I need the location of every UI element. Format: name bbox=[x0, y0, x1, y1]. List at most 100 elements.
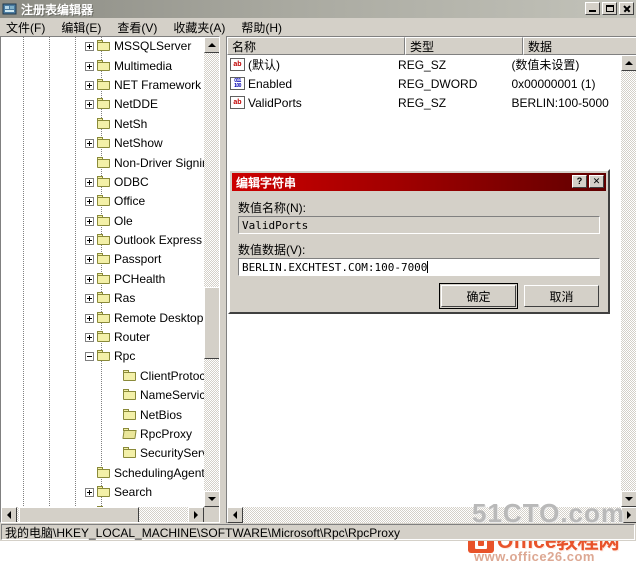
table-row[interactable]: ab ValidPorts REG_SZ BERLIN:100-5000 bbox=[227, 93, 621, 112]
value-type-cell: REG_SZ bbox=[398, 95, 447, 110]
edit-string-dialog[interactable]: 编辑字符串 ? ✕ 数值名称(N): ValidPorts 数值数据(V): B… bbox=[228, 169, 610, 314]
expand-icon[interactable] bbox=[85, 177, 94, 187]
expand-icon[interactable] bbox=[85, 488, 94, 498]
expand-icon[interactable] bbox=[85, 80, 94, 90]
expand-icon[interactable] bbox=[85, 42, 94, 52]
tree-item-clientprotoco[interactable]: ClientProtoco bbox=[1, 367, 205, 386]
expand-icon[interactable] bbox=[85, 294, 94, 304]
tree-scroll-right-button[interactable] bbox=[188, 507, 204, 522]
value-data-cell: 0x00000001 (1) bbox=[511, 76, 596, 91]
expand-icon[interactable] bbox=[85, 197, 94, 207]
tree-item-schedulingagent[interactable]: SchedulingAgent bbox=[1, 464, 205, 483]
expand-icon[interactable] bbox=[85, 313, 94, 323]
minimize-button[interactable] bbox=[585, 2, 600, 15]
window-title-bar[interactable]: 注册表编辑器 bbox=[0, 0, 636, 18]
tree-item-remote-desktop[interactable]: Remote Desktop bbox=[1, 308, 205, 327]
expand-icon[interactable] bbox=[85, 100, 94, 110]
folder-icon bbox=[96, 331, 112, 344]
table-row[interactable]: ab (默认) REG_SZ (数值未设置) bbox=[227, 55, 621, 74]
expand-icon[interactable] bbox=[85, 216, 94, 226]
tree-scroll-thumb[interactable] bbox=[204, 287, 219, 359]
table-row[interactable]: 011 100 Enabled REG_DWORD 0x00000001 (1) bbox=[227, 74, 621, 93]
dialog-title-bar[interactable]: 编辑字符串 ? ✕ bbox=[232, 173, 606, 191]
expand-icon[interactable] bbox=[85, 255, 94, 265]
cancel-button[interactable]: 取消 bbox=[524, 285, 599, 307]
list-hscroll-track[interactable] bbox=[243, 507, 621, 523]
close-button[interactable] bbox=[619, 2, 634, 15]
tree-scroll-left-button[interactable] bbox=[1, 507, 17, 522]
tree-item-rpcproxy[interactable]: RpcProxy bbox=[1, 425, 205, 444]
column-header-data[interactable]: 数据 bbox=[523, 37, 636, 55]
tree-scroll-track[interactable] bbox=[204, 53, 219, 491]
tree-item-label: Ole bbox=[114, 213, 133, 228]
menu-edit[interactable]: 编辑(E) bbox=[61, 19, 101, 36]
dialog-controls: ? ✕ bbox=[572, 175, 604, 188]
value-name-cell: ab ValidPorts bbox=[227, 96, 398, 110]
tree-item-mssqlserver[interactable]: MSSQLServer bbox=[1, 37, 205, 56]
tree-item-pchealth[interactable]: PCHealth bbox=[1, 270, 205, 289]
registry-editor-icon bbox=[2, 2, 18, 16]
ok-button[interactable]: 确定 bbox=[439, 283, 518, 309]
list-scroll-down-button[interactable] bbox=[621, 491, 636, 507]
value-name-text: (默认) bbox=[248, 58, 280, 72]
tree-item-nameservice[interactable]: NameService bbox=[1, 386, 205, 405]
menu-help[interactable]: 帮助(H) bbox=[241, 19, 282, 36]
expand-icon[interactable] bbox=[85, 274, 94, 284]
tree-vertical-scrollbar[interactable] bbox=[204, 37, 219, 507]
tree-item-odbc[interactable]: ODBC bbox=[1, 173, 205, 192]
tree-item-ole[interactable]: Ole bbox=[1, 212, 205, 231]
expand-icon[interactable] bbox=[85, 61, 94, 71]
menu-view[interactable]: 查看(V) bbox=[117, 19, 157, 36]
tree-item-net-framework-s[interactable]: NET Framework S bbox=[1, 76, 205, 95]
tree-item-label: NetShow bbox=[114, 136, 163, 151]
list-scroll-up-button[interactable] bbox=[621, 55, 636, 71]
tree-item-label: Multimedia bbox=[114, 58, 173, 73]
tree-horizontal-scrollbar[interactable] bbox=[1, 507, 219, 522]
dialog-help-button[interactable]: ? bbox=[572, 175, 587, 188]
registry-tree[interactable]: MSSQLServer Multimedia NET Framework S NetD… bbox=[1, 37, 205, 507]
folder-icon bbox=[96, 137, 112, 150]
tree-item-search[interactable]: Search bbox=[1, 483, 205, 502]
registry-tree-panel[interactable]: MSSQLServer Multimedia NET Framework S NetD… bbox=[0, 36, 220, 523]
list-scroll-left-button[interactable] bbox=[227, 507, 243, 523]
expand-icon[interactable] bbox=[85, 333, 94, 343]
tree-scroll-down-button[interactable] bbox=[204, 491, 219, 507]
list-scroll-track[interactable] bbox=[621, 71, 636, 491]
column-header-name[interactable]: 名称 bbox=[227, 37, 405, 55]
menu-file[interactable]: 文件(F) bbox=[6, 19, 45, 36]
tree-item-ras[interactable]: Ras bbox=[1, 289, 205, 308]
folder-icon bbox=[122, 447, 138, 460]
tree-item-securityservi[interactable]: SecurityServi bbox=[1, 444, 205, 463]
tree-hscroll-thumb[interactable] bbox=[19, 507, 139, 522]
maximize-button[interactable] bbox=[602, 2, 617, 15]
tree-item-netsh[interactable]: NetSh bbox=[1, 115, 205, 134]
list-vertical-scrollbar[interactable] bbox=[621, 55, 636, 507]
list-scroll-right-button[interactable] bbox=[621, 507, 636, 523]
tree-item-outlook-express[interactable]: Outlook Express bbox=[1, 231, 205, 250]
tree-item-non-driver-signin[interactable]: Non-Driver Signin bbox=[1, 153, 205, 172]
expand-icon[interactable] bbox=[85, 139, 94, 149]
dialog-close-button[interactable]: ✕ bbox=[589, 175, 604, 188]
menu-favorites[interactable]: 收藏夹(A) bbox=[173, 19, 225, 36]
collapse-icon[interactable] bbox=[85, 352, 94, 362]
value-name-input[interactable]: ValidPorts bbox=[238, 216, 600, 234]
list-horizontal-scrollbar[interactable] bbox=[227, 507, 636, 523]
value-name-label: 数值名称(N): bbox=[238, 201, 306, 215]
tree-item-netbios[interactable]: NetBios bbox=[1, 405, 205, 424]
tree-item-multimedia[interactable]: Multimedia bbox=[1, 56, 205, 75]
tree-item-office[interactable]: Office bbox=[1, 192, 205, 211]
tree-item-rpc[interactable]: Rpc bbox=[1, 347, 205, 366]
tree-item-netdde[interactable]: NetDDE bbox=[1, 95, 205, 114]
tree-item-label: SchedulingAgent bbox=[114, 465, 205, 480]
tree-item-netshow[interactable]: NetShow bbox=[1, 134, 205, 153]
tree-item-passport[interactable]: Passport bbox=[1, 250, 205, 269]
expand-icon[interactable] bbox=[85, 236, 94, 246]
tree-item-label: NetDDE bbox=[114, 97, 159, 112]
column-header-type[interactable]: 类型 bbox=[405, 37, 523, 55]
tree-item-router[interactable]: Router bbox=[1, 328, 205, 347]
tree-scroll-up-button[interactable] bbox=[204, 37, 219, 53]
value-data-cell: (数值未设置) bbox=[511, 58, 580, 72]
registry-editor-window: 注册表编辑器 文件(F) 编辑(E) 查看(V) 收藏夹(A) 帮助(H) MS… bbox=[0, 0, 636, 564]
value-data-input[interactable]: BERLIN.EXCHTEST.COM:100-7000 bbox=[238, 258, 600, 276]
